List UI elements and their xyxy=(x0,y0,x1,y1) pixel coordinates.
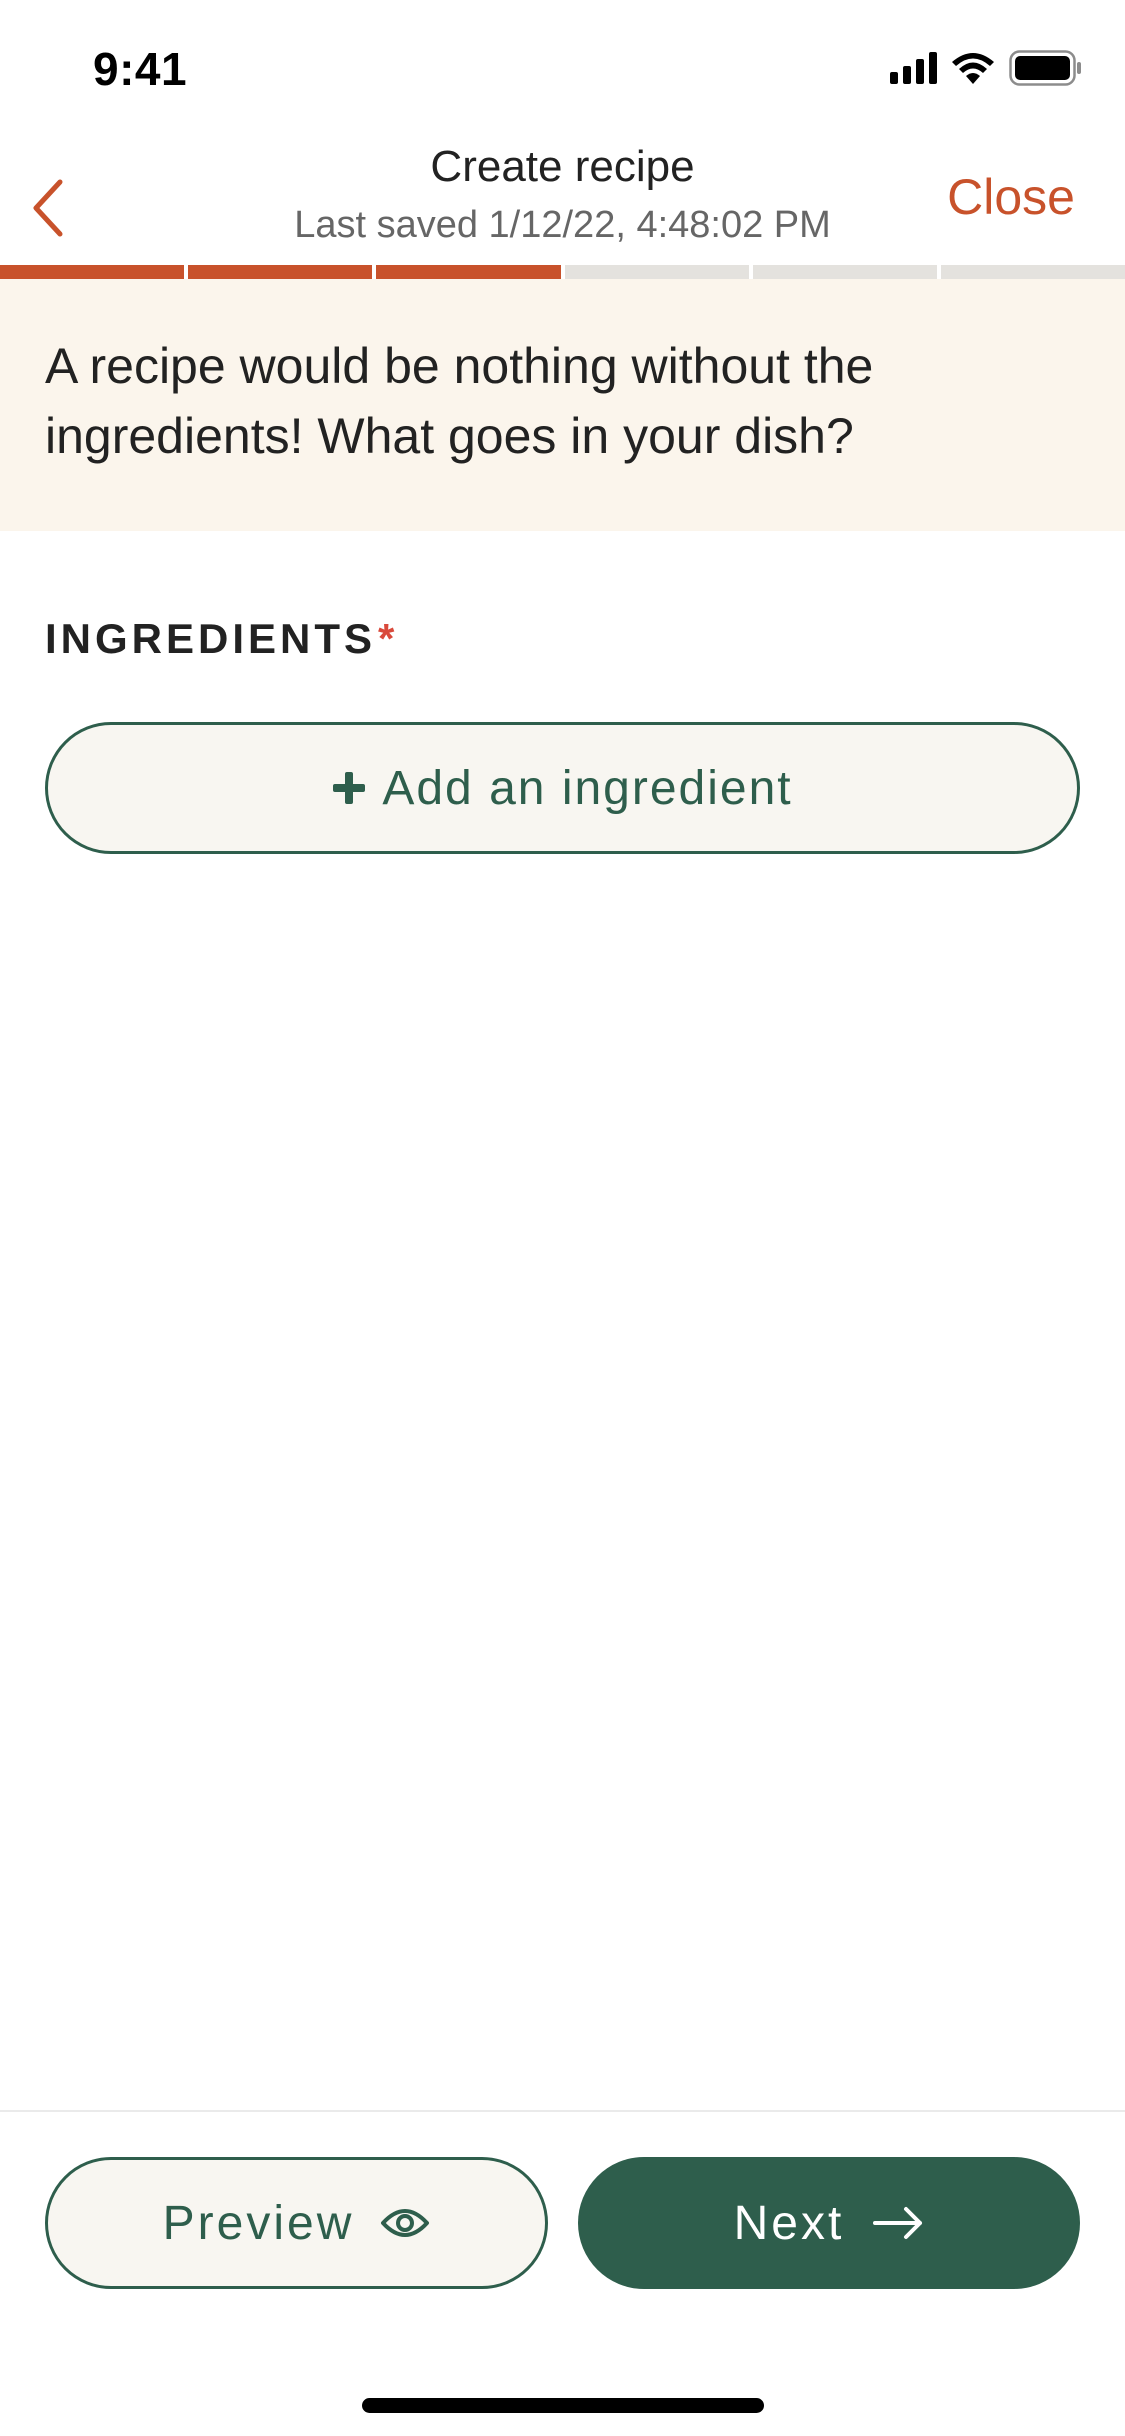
wifi-icon xyxy=(952,53,994,84)
eye-icon xyxy=(381,2209,430,2237)
ingredients-label: INGREDIENTS* xyxy=(45,615,398,663)
progress-segment xyxy=(376,265,561,279)
arrow-right-icon xyxy=(873,2207,923,2239)
footer-divider xyxy=(0,2110,1125,2112)
status-icons xyxy=(890,50,1083,86)
banner-text: A recipe would be nothing without the in… xyxy=(45,338,874,464)
home-indicator xyxy=(362,2398,764,2413)
preview-button[interactable]: Preview xyxy=(45,2157,548,2289)
ingredients-label-text: INGREDIENTS xyxy=(45,615,377,662)
progress-segment xyxy=(940,265,1125,279)
info-banner: A recipe would be nothing without the in… xyxy=(0,279,1125,531)
preview-label: Preview xyxy=(162,2196,355,2250)
add-ingredient-label: Add an ingredient xyxy=(382,761,793,815)
progress-segment xyxy=(564,265,749,279)
status-time: 9:41 xyxy=(93,43,188,95)
add-ingredient-button[interactable]: Add an ingredient xyxy=(45,722,1080,854)
progress-segment xyxy=(752,265,937,279)
next-label: Next xyxy=(733,2196,845,2250)
next-button[interactable]: Next xyxy=(578,2157,1080,2289)
plus-icon xyxy=(333,772,366,804)
nav-header: Create recipe Last saved 1/12/22, 4:48:0… xyxy=(0,132,1125,272)
status-bar: 9:41 xyxy=(0,0,1125,132)
step-progress-bar xyxy=(0,265,1125,279)
progress-segment xyxy=(188,265,373,279)
close-button[interactable]: Close xyxy=(947,168,1075,226)
cellular-signal-icon xyxy=(890,52,937,84)
battery-icon xyxy=(1009,50,1081,86)
required-marker: * xyxy=(378,615,399,662)
progress-segment xyxy=(0,265,185,279)
